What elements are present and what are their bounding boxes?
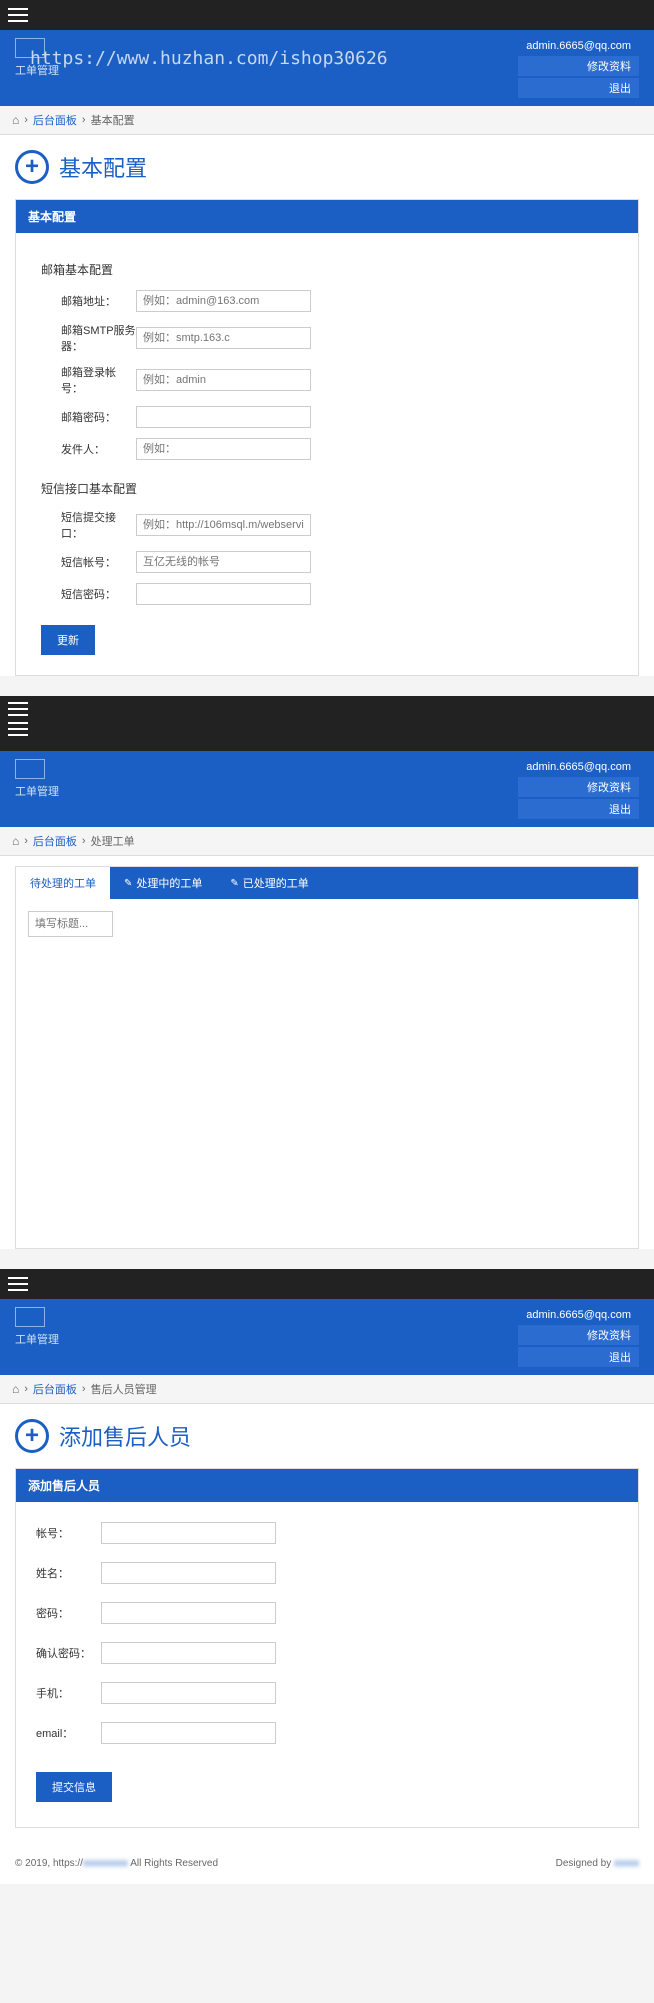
tab-0[interactable]: 待处理的工单 [16, 867, 110, 899]
menu-icon[interactable] [8, 702, 28, 716]
ticket-body [15, 899, 639, 1249]
section-email-title: 邮箱基本配置 [41, 261, 613, 278]
field-label: 姓名： [36, 1565, 101, 1581]
field-label: email： [36, 1725, 101, 1741]
user-email: admin.6665@qq.com [518, 1307, 639, 1323]
field-label: 短信提交接口： [41, 509, 136, 541]
header: https://www.huzhan.com/ishop30626 工单管理 a… [0, 30, 654, 106]
submit-button[interactable]: 提交信息 [36, 1772, 112, 1802]
top-bar [0, 1269, 654, 1299]
field-label: 邮箱登录帐号： [41, 364, 136, 396]
field-label: 帐号： [36, 1525, 101, 1541]
top-bar [0, 696, 654, 751]
edit-icon: ✎ [230, 878, 238, 889]
staff-field-3[interactable] [101, 1642, 276, 1664]
tab-2[interactable]: ✎ 已处理的工单 [216, 867, 322, 899]
field-label: 短信密码： [41, 586, 136, 602]
logout-button[interactable]: 退出 [518, 1347, 639, 1367]
tabs: 待处理的工单 ✎ 处理中的工单 ✎ 已处理的工单 [16, 867, 638, 899]
staff-field-4[interactable] [101, 1682, 276, 1704]
page-title: 基本配置 [59, 151, 147, 183]
field-input-0[interactable] [136, 290, 311, 312]
breadcrumb: ⌂ › 后台面板 › 基本配置 [0, 106, 654, 135]
ticket-panel: 待处理的工单 ✎ 处理中的工单 ✎ 已处理的工单 [15, 866, 639, 899]
breadcrumb-dashboard[interactable]: 后台面板 [33, 112, 77, 128]
staff-panel: 添加售后人员 帐号： 姓名： 密码： 确认密码： 手机： email： 提交信息 [15, 1468, 639, 1828]
top-bar [0, 0, 654, 30]
breadcrumb-dashboard[interactable]: 后台面板 [33, 1381, 77, 1397]
staff-field-0[interactable] [101, 1522, 276, 1544]
edit-profile-button[interactable]: 修改资料 [518, 1325, 639, 1345]
edit-profile-button[interactable]: 修改资料 [518, 777, 639, 797]
field-input-4[interactable] [136, 438, 311, 460]
staff-field-2[interactable] [101, 1602, 276, 1624]
edit-icon: ✎ [124, 878, 132, 889]
breadcrumb-current: 基本配置 [91, 112, 135, 128]
edit-profile-button[interactable]: 修改资料 [518, 56, 639, 76]
mail-icon [15, 1307, 45, 1327]
watermark: https://www.huzhan.com/ishop30626 [30, 48, 388, 69]
tab-label: 处理中的工单 [136, 875, 202, 891]
update-button[interactable]: 更新 [41, 625, 95, 655]
panel-header: 添加售后人员 [16, 1469, 638, 1502]
tab-label: 已处理的工单 [243, 875, 309, 891]
field-label: 手机： [36, 1685, 101, 1701]
field-label: 邮箱密码： [41, 409, 136, 425]
breadcrumb: ⌂ › 后台面板 › 处理工单 [0, 827, 654, 856]
menu-icon[interactable] [8, 1277, 28, 1291]
designer-link[interactable]: xxxxx [614, 1858, 639, 1869]
app-name: 工单管理 [15, 62, 59, 78]
field-label: 短信帐号： [41, 554, 136, 570]
menu-icon[interactable] [8, 8, 28, 22]
tab-1[interactable]: ✎ 处理中的工单 [110, 867, 216, 899]
designed-by: Designed by [556, 1858, 614, 1869]
sms-field-input-2[interactable] [136, 583, 311, 605]
breadcrumb-current: 售后人员管理 [91, 1381, 157, 1397]
user-email: admin.6665@qq.com [518, 38, 639, 54]
sms-field-input-0[interactable] [136, 514, 311, 536]
add-icon[interactable]: + [15, 150, 49, 184]
field-label: 邮箱SMTP服务器： [41, 322, 136, 354]
home-icon[interactable]: ⌂ [12, 834, 19, 848]
logout-button[interactable]: 退出 [518, 799, 639, 819]
field-input-3[interactable] [136, 406, 311, 428]
header: 工单管理 admin.6665@qq.com 修改资料 退出 [0, 751, 654, 827]
copyright-prefix: © 2019, https:// [15, 1858, 83, 1869]
field-label: 邮箱地址： [41, 293, 136, 309]
breadcrumb-dashboard[interactable]: 后台面板 [33, 833, 77, 849]
tab-label: 待处理的工单 [30, 875, 96, 891]
breadcrumb-current: 处理工单 [91, 833, 135, 849]
footer: © 2019, https://xxxxxxxxx All Rights Res… [0, 1843, 654, 1884]
mail-icon [15, 759, 45, 779]
sms-field-input-1[interactable] [136, 551, 311, 573]
header: 工单管理 admin.6665@qq.com 修改资料 退出 [0, 1299, 654, 1375]
app-name: 工单管理 [15, 1331, 59, 1347]
add-icon[interactable]: + [15, 1419, 49, 1453]
staff-field-5[interactable] [101, 1722, 276, 1744]
page-title: 添加售后人员 [59, 1420, 191, 1452]
footer-link[interactable]: xxxxxxxxx [83, 1858, 128, 1869]
config-panel: 基本配置 邮箱基本配置 邮箱地址： 邮箱SMTP服务器： 邮箱登录帐号： 邮箱密码： 发… [15, 199, 639, 676]
user-email: admin.6665@qq.com [518, 759, 639, 775]
staff-field-1[interactable] [101, 1562, 276, 1584]
home-icon[interactable]: ⌂ [12, 113, 19, 127]
field-input-1[interactable] [136, 327, 311, 349]
menu-icon-2[interactable] [8, 722, 28, 736]
app-name: 工单管理 [15, 783, 59, 799]
logout-button[interactable]: 退出 [518, 78, 639, 98]
mail-icon [15, 38, 45, 58]
field-label: 发件人： [41, 441, 136, 457]
ticket-title-input[interactable] [28, 911, 113, 937]
field-label: 确认密码： [36, 1645, 101, 1661]
section-sms-title: 短信接口基本配置 [41, 480, 613, 497]
field-input-2[interactable] [136, 369, 311, 391]
field-label: 密码： [36, 1605, 101, 1621]
copyright-suffix: All Rights Reserved [128, 1858, 218, 1869]
breadcrumb: ⌂ › 后台面板 › 售后人员管理 [0, 1375, 654, 1404]
home-icon[interactable]: ⌂ [12, 1382, 19, 1396]
panel-header: 基本配置 [16, 200, 638, 233]
